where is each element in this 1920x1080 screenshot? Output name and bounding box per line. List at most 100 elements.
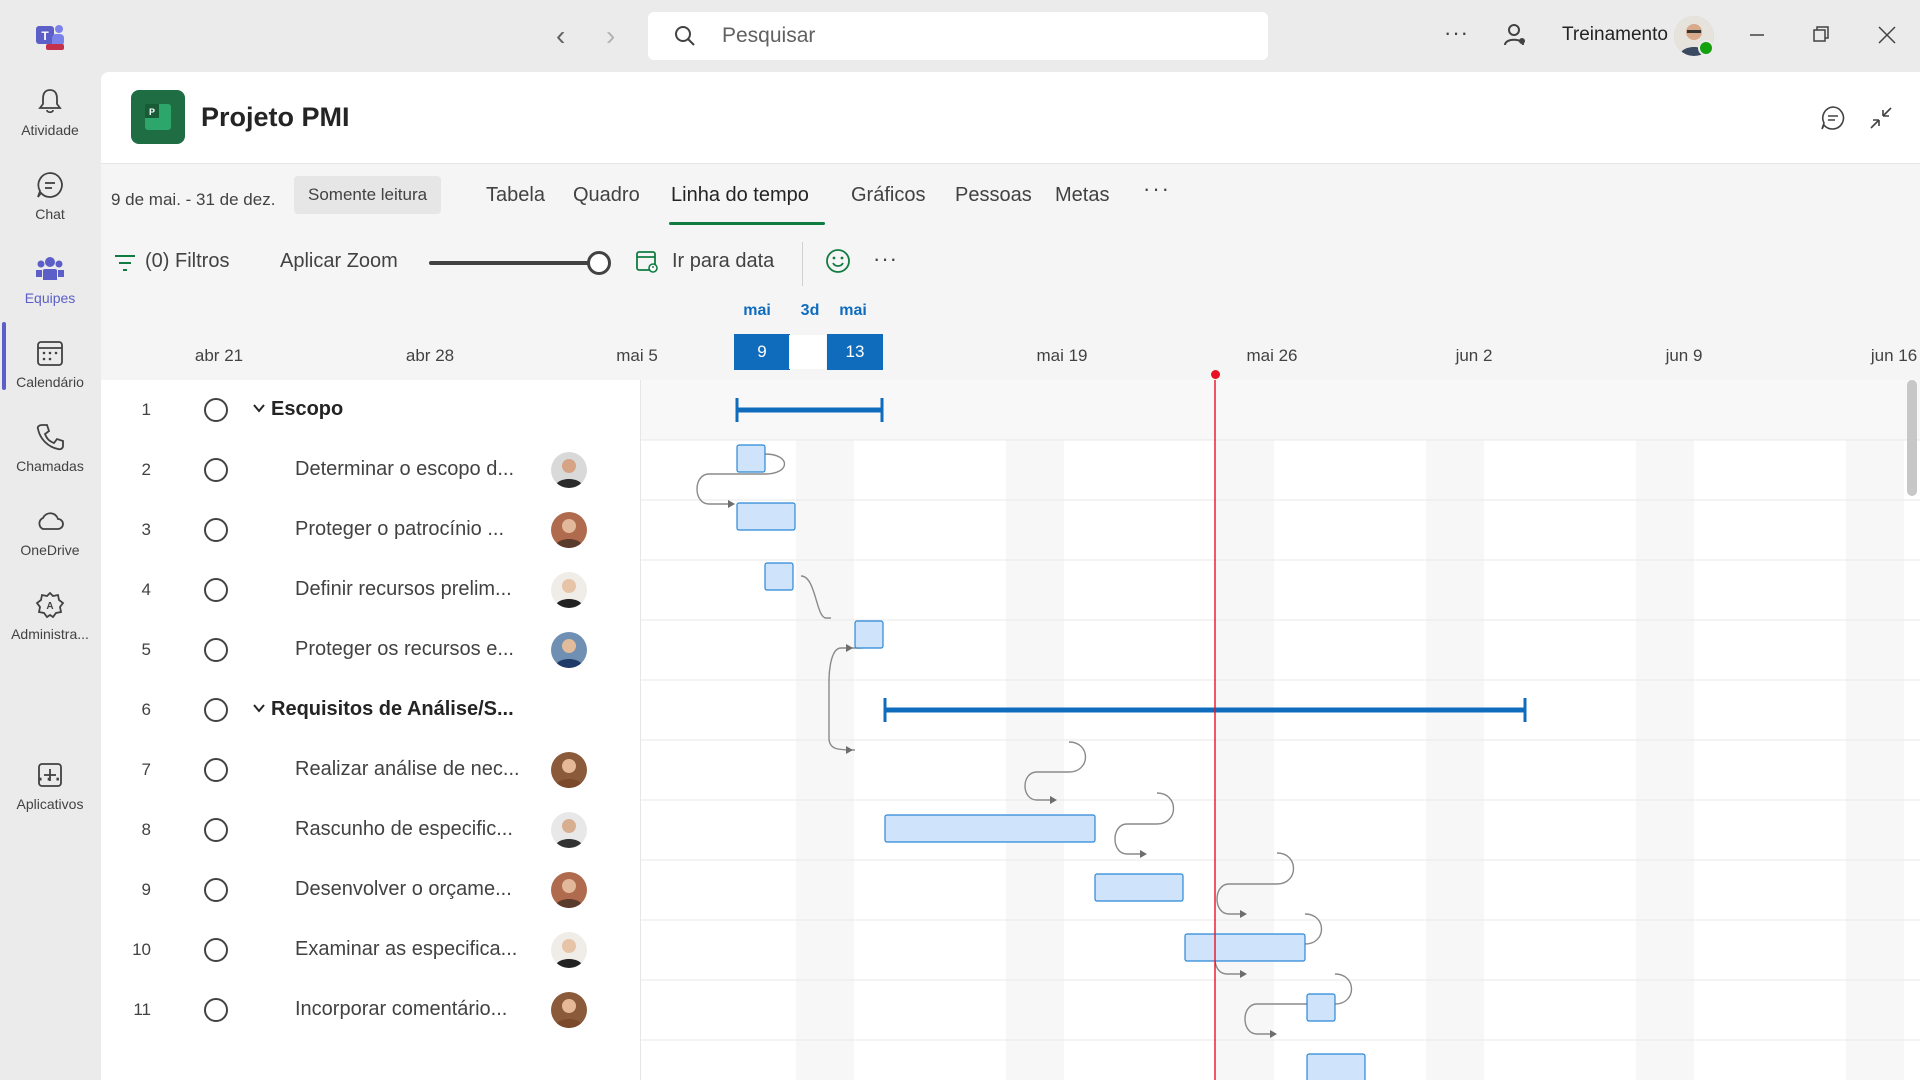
restore-icon[interactable] bbox=[1808, 22, 1834, 48]
task-row[interactable]: 1 Escopo bbox=[101, 380, 641, 440]
task-row[interactable]: 10 Examinar as especifica... bbox=[101, 920, 641, 980]
conversation-icon[interactable] bbox=[1819, 104, 1847, 132]
chevron-down-icon[interactable] bbox=[251, 400, 267, 416]
task-name[interactable]: Incorporar comentário... bbox=[295, 998, 507, 1021]
selection-end-day[interactable]: 13 bbox=[827, 334, 883, 370]
task-bar[interactable] bbox=[736, 444, 766, 473]
task-row[interactable]: 4 Definir recursos prelim... bbox=[101, 560, 641, 620]
search-box[interactable] bbox=[648, 12, 1268, 60]
complete-task-checkbox[interactable] bbox=[204, 698, 228, 722]
task-row[interactable]: 3 Proteger o patrocínio ... bbox=[101, 500, 641, 560]
complete-task-checkbox[interactable] bbox=[204, 758, 228, 782]
assignee-avatar[interactable] bbox=[551, 752, 587, 788]
task-bar[interactable] bbox=[884, 814, 1096, 843]
task-name[interactable]: Determinar o escopo d... bbox=[295, 458, 514, 481]
rail-item-calendar[interactable]: Calendário bbox=[0, 338, 100, 418]
assignee-avatar[interactable] bbox=[551, 512, 587, 548]
task-name[interactable]: Escopo bbox=[271, 398, 343, 421]
tab-pessoas[interactable]: Pessoas bbox=[955, 184, 1032, 207]
task-bar[interactable] bbox=[1184, 933, 1306, 962]
task-row[interactable]: 7 Realizar análise de nec... bbox=[101, 740, 641, 800]
task-row[interactable]: 9 Desenvolver o orçame... bbox=[101, 860, 641, 920]
teams-logo-icon[interactable]: T bbox=[34, 20, 66, 52]
tabs-more-icon[interactable]: ··· bbox=[1143, 176, 1171, 202]
task-name[interactable]: Realizar análise de nec... bbox=[295, 758, 520, 781]
vertical-scrollbar[interactable] bbox=[1907, 380, 1917, 496]
assignee-avatar[interactable] bbox=[551, 932, 587, 968]
assignee-avatar[interactable] bbox=[551, 572, 587, 608]
complete-task-checkbox[interactable] bbox=[204, 938, 228, 962]
svg-text:T: T bbox=[41, 29, 49, 43]
task-row[interactable]: 8 Rascunho de especific... bbox=[101, 800, 641, 860]
close-icon[interactable] bbox=[1874, 22, 1900, 48]
back-arrow-icon[interactable]: ‹ bbox=[556, 22, 565, 50]
task-name[interactable]: Requisitos de Análise/S... bbox=[271, 698, 514, 721]
collapse-icon[interactable] bbox=[1867, 104, 1895, 132]
task-row[interactable]: 6 Requisitos de Análise/S... bbox=[101, 680, 641, 740]
task-bar[interactable] bbox=[1094, 873, 1184, 902]
task-bar[interactable] bbox=[854, 620, 884, 649]
goto-date-button[interactable]: Ir para data bbox=[672, 250, 774, 273]
complete-task-checkbox[interactable] bbox=[204, 638, 228, 662]
calendar-goto-icon[interactable] bbox=[635, 248, 659, 274]
forward-arrow-icon[interactable]: › bbox=[606, 22, 615, 50]
task-bar[interactable] bbox=[736, 502, 796, 531]
user-name[interactable]: Treinamento bbox=[1562, 24, 1668, 46]
toolbar-more-icon[interactable]: ··· bbox=[873, 246, 898, 272]
rail-item-activity[interactable]: Atividade bbox=[0, 86, 100, 166]
emoji-icon[interactable] bbox=[825, 248, 851, 274]
complete-task-checkbox[interactable] bbox=[204, 578, 228, 602]
task-name[interactable]: Definir recursos prelim... bbox=[295, 578, 512, 601]
assignee-avatar[interactable] bbox=[551, 632, 587, 668]
selection-end-month: mai bbox=[839, 302, 867, 319]
rail-item-apps[interactable]: Aplicativos bbox=[0, 760, 100, 840]
task-bar[interactable] bbox=[1306, 1053, 1366, 1080]
assignee-avatar[interactable] bbox=[551, 812, 587, 848]
assignee-avatar[interactable] bbox=[551, 992, 587, 1028]
assignee-avatar[interactable] bbox=[551, 452, 587, 488]
task-bar[interactable] bbox=[764, 562, 794, 591]
tab-tabela[interactable]: Tabela bbox=[486, 184, 545, 207]
complete-task-checkbox[interactable] bbox=[204, 878, 228, 902]
tab-linha-do-tempo[interactable]: Linha do tempo bbox=[671, 184, 809, 207]
rail-label: Administra... bbox=[11, 626, 89, 642]
task-name[interactable]: Proteger os recursos e... bbox=[295, 638, 514, 661]
zoom-slider-thumb[interactable] bbox=[587, 251, 611, 275]
minimize-icon[interactable] bbox=[1744, 22, 1770, 48]
task-bar[interactable] bbox=[1306, 993, 1336, 1022]
task-name[interactable]: Proteger o patrocínio ... bbox=[295, 518, 504, 541]
assignee-avatar[interactable] bbox=[551, 872, 587, 908]
rail-item-admin[interactable]: A Administra... bbox=[0, 590, 100, 670]
task-row[interactable]: 2 Determinar o escopo d... bbox=[101, 440, 641, 500]
weekend-band bbox=[1636, 440, 1694, 1080]
tab-graficos[interactable]: Gráficos bbox=[851, 184, 925, 207]
task-number: 3 bbox=[141, 520, 151, 539]
people-settings-icon[interactable] bbox=[1502, 22, 1528, 48]
rail-item-chat[interactable]: Chat bbox=[0, 170, 100, 250]
complete-task-checkbox[interactable] bbox=[204, 518, 228, 542]
tab-metas[interactable]: Metas bbox=[1055, 184, 1109, 207]
complete-task-checkbox[interactable] bbox=[204, 998, 228, 1022]
complete-task-checkbox[interactable] bbox=[204, 458, 228, 482]
dependency-arrow bbox=[728, 500, 735, 508]
rail-item-onedrive[interactable]: OneDrive bbox=[0, 506, 100, 586]
rail-item-teams[interactable]: Equipes bbox=[0, 254, 100, 334]
chevron-down-icon[interactable] bbox=[251, 700, 267, 716]
person-avatar-icon bbox=[551, 752, 587, 788]
task-name[interactable]: Desenvolver o orçame... bbox=[295, 878, 512, 901]
task-name[interactable]: Rascunho de especific... bbox=[295, 818, 513, 841]
zoom-slider-track[interactable] bbox=[429, 261, 599, 265]
more-options-icon[interactable]: ··· bbox=[1444, 20, 1469, 46]
selection-start-day[interactable]: 9 bbox=[734, 334, 790, 370]
filter-icon[interactable] bbox=[113, 252, 137, 274]
complete-task-checkbox[interactable] bbox=[204, 818, 228, 842]
search-input[interactable] bbox=[722, 24, 1222, 48]
chat-icon bbox=[37, 172, 63, 198]
filters-button[interactable]: (0) Filtros bbox=[145, 250, 229, 273]
complete-task-checkbox[interactable] bbox=[204, 398, 228, 422]
task-name[interactable]: Examinar as especifica... bbox=[295, 938, 517, 961]
task-row[interactable]: 11 Incorporar comentário... bbox=[101, 980, 641, 1040]
rail-item-calls[interactable]: Chamadas bbox=[0, 422, 100, 502]
task-row[interactable]: 5 Proteger os recursos e... bbox=[101, 620, 641, 680]
tab-quadro[interactable]: Quadro bbox=[573, 184, 640, 207]
